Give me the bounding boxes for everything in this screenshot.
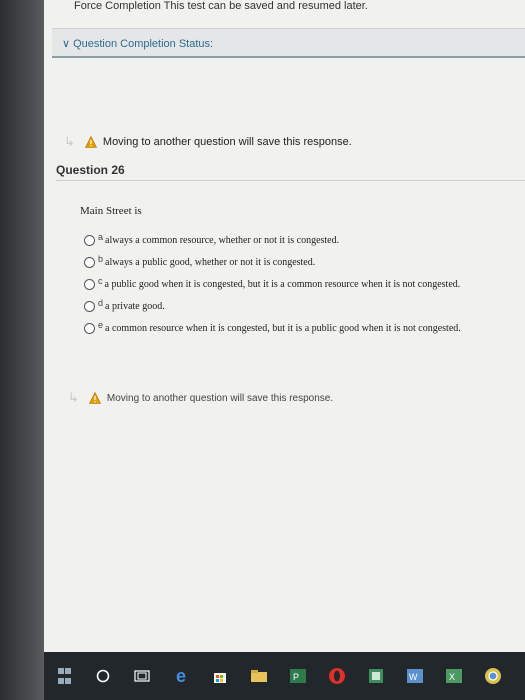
question-completion-status[interactable]: ∨ Question Completion Status: (52, 28, 525, 58)
chevron-down-icon: ∨ (62, 38, 71, 50)
option-text: always a common resource, whether or not… (105, 234, 340, 246)
radio-button[interactable] (84, 256, 95, 268)
app-icon[interactable] (366, 666, 386, 686)
word-icon[interactable]: W (405, 666, 425, 686)
question-body: Main Street is a always a common resourc… (80, 205, 461, 339)
save-warning-bottom: ↳ Moving to another question will save t… (68, 390, 333, 406)
warning-text: Moving to another question will save thi… (106, 392, 334, 404)
option-text: a common resource when it is congested, … (105, 322, 461, 334)
radio-button[interactable] (84, 322, 95, 334)
arrow-right-icon: ↳ (64, 134, 75, 149)
question-title: Question 26 (56, 163, 125, 177)
search-circle-icon[interactable] (93, 666, 113, 686)
arrow-right-icon: ↳ (68, 390, 79, 405)
powerpoint-icon[interactable]: P (288, 666, 308, 686)
answer-option-e[interactable]: e a common resource when it is congested… (84, 317, 461, 339)
answer-option-d[interactable]: d a private good. (84, 295, 461, 317)
task-view-icon[interactable] (132, 666, 152, 686)
svg-text:P: P (293, 672, 299, 682)
radio-button[interactable] (84, 278, 95, 290)
answer-option-a[interactable]: a always a common resource, whether or n… (84, 229, 461, 251)
windows-taskbar: e P W X (44, 652, 525, 700)
svg-text:X: X (449, 672, 455, 682)
question-header: Question 26 (56, 158, 525, 181)
store-icon[interactable] (210, 666, 230, 686)
excel-icon[interactable]: X (444, 666, 464, 686)
browser-viewport: Force Completion This test can be saved … (44, 0, 525, 652)
answer-option-b[interactable]: b always a public good, whether or not i… (84, 251, 461, 273)
radio-button[interactable] (84, 300, 95, 312)
option-text: always a public good, whether or not it … (105, 256, 316, 268)
chrome-icon[interactable] (483, 666, 503, 686)
answer-option-c[interactable]: c a public good when it is congested, bu… (84, 273, 461, 295)
warning-icon (84, 136, 97, 148)
monitor-bezel (0, 0, 44, 700)
opera-icon[interactable] (327, 666, 347, 686)
force-completion-note: Force Completion This test can be saved … (74, 0, 368, 12)
warning-icon (88, 392, 101, 404)
save-warning-top: ↳ Moving to another question will save t… (64, 134, 352, 150)
edge-browser-icon[interactable]: e (171, 666, 191, 686)
option-text: a public good when it is congested, but … (104, 278, 461, 290)
option-text: a private good. (105, 300, 165, 312)
warning-text: Moving to another question will save thi… (102, 136, 352, 148)
question-prompt: Main Street is (80, 205, 142, 217)
completion-status-label: Question Completion Status: (73, 38, 214, 50)
windows-start-icon[interactable] (54, 666, 74, 686)
radio-button[interactable] (84, 234, 95, 246)
file-explorer-icon[interactable] (249, 666, 269, 686)
svg-text:W: W (409, 672, 418, 682)
